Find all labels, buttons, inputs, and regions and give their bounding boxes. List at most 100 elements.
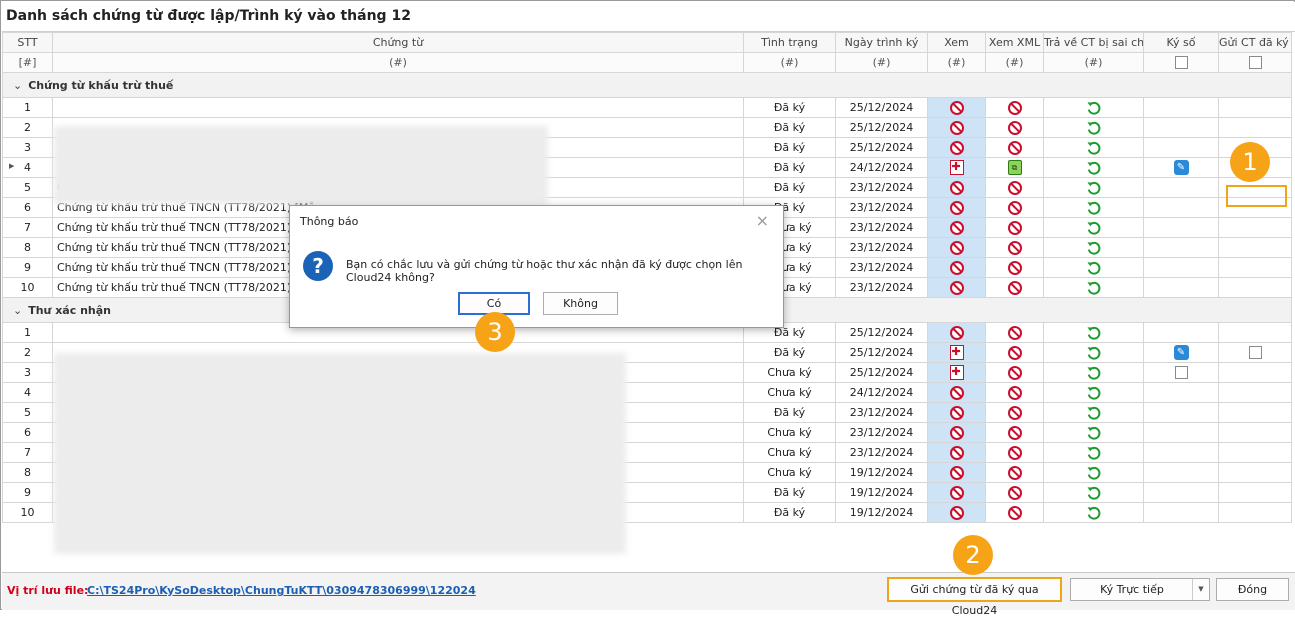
row-return[interactable] [1043, 322, 1144, 343]
row-sign[interactable]: ✎ [1143, 342, 1219, 363]
undo-icon[interactable] [1086, 345, 1102, 361]
table-row[interactable]: 1 Đã ký 25/12/2024 [2, 97, 1292, 118]
row-return[interactable] [1043, 117, 1144, 138]
filter-view-xml[interactable]: (#) [985, 52, 1044, 73]
row-sign[interactable] [1143, 422, 1219, 443]
select-all-sign-checkbox[interactable] [1174, 56, 1188, 70]
row-view-xml[interactable] [985, 382, 1044, 403]
row-view-xml[interactable] [985, 97, 1044, 118]
row-view[interactable] [927, 342, 986, 363]
row-view[interactable] [927, 322, 986, 343]
row-return[interactable] [1043, 342, 1144, 363]
row-view[interactable] [927, 197, 986, 218]
filter-view[interactable]: (#) [927, 52, 986, 73]
row-view-xml[interactable] [985, 502, 1044, 523]
row-view-xml[interactable] [985, 342, 1044, 363]
row-view[interactable] [927, 217, 986, 238]
row-view-xml[interactable] [985, 462, 1044, 483]
filter-status[interactable]: (#) [743, 52, 836, 73]
row-sign[interactable] [1143, 117, 1219, 138]
col-header-sign[interactable]: Ký số [1143, 32, 1219, 53]
row-return[interactable] [1043, 277, 1144, 298]
row-send[interactable] [1218, 362, 1292, 383]
row-view[interactable] [927, 382, 986, 403]
row-return[interactable] [1043, 442, 1144, 463]
row-sign[interactable] [1143, 462, 1219, 483]
row-sign[interactable] [1143, 502, 1219, 523]
chevron-down-icon[interactable]: ⌄ [13, 79, 22, 92]
pdf-icon[interactable] [949, 345, 964, 360]
row-send[interactable] [1218, 402, 1292, 423]
row-send[interactable] [1218, 117, 1292, 138]
sign-icon[interactable]: ✎ [1173, 160, 1189, 175]
row-sign[interactable] [1143, 277, 1219, 298]
row-sign[interactable] [1143, 362, 1219, 383]
row-view-xml[interactable] [985, 402, 1044, 423]
row-return[interactable] [1043, 137, 1144, 158]
filter-send-all[interactable] [1218, 52, 1292, 73]
undo-icon[interactable] [1086, 100, 1102, 116]
row-return[interactable] [1043, 402, 1144, 423]
row-view[interactable] [927, 482, 986, 503]
row-sign[interactable] [1143, 382, 1219, 403]
select-all-send-checkbox[interactable] [1248, 56, 1262, 70]
row-view[interactable] [927, 402, 986, 423]
sign-icon[interactable]: ✎ [1173, 345, 1189, 360]
row-view-xml[interactable] [985, 362, 1044, 383]
chevron-down-icon[interactable]: ⌄ [13, 304, 22, 317]
undo-icon[interactable] [1086, 160, 1102, 176]
row-return[interactable] [1043, 482, 1144, 503]
row-view-xml[interactable] [985, 237, 1044, 258]
undo-icon[interactable] [1086, 180, 1102, 196]
row-view-xml[interactable]: ⧉ [985, 157, 1044, 178]
filter-date[interactable]: (#) [835, 52, 928, 73]
undo-icon[interactable] [1086, 200, 1102, 216]
undo-icon[interactable] [1086, 445, 1102, 461]
row-send[interactable] [1218, 97, 1292, 118]
undo-icon[interactable] [1086, 220, 1102, 236]
row-sign[interactable] [1143, 177, 1219, 198]
row-view[interactable] [927, 157, 986, 178]
filter-doc[interactable]: (#) [52, 52, 744, 73]
send-checkbox[interactable] [1248, 346, 1262, 360]
row-sign[interactable] [1143, 402, 1219, 423]
row-return[interactable] [1043, 422, 1144, 443]
row-view-xml[interactable] [985, 422, 1044, 443]
undo-icon[interactable] [1086, 260, 1102, 276]
row-view-xml[interactable] [985, 117, 1044, 138]
col-header-stt[interactable]: STT [2, 32, 53, 53]
row-view-xml[interactable] [985, 177, 1044, 198]
group-header[interactable]: ⌄ Chứng từ khấu trừ thuế [2, 72, 1292, 98]
row-return[interactable] [1043, 362, 1144, 383]
undo-icon[interactable] [1086, 325, 1102, 341]
row-return[interactable] [1043, 177, 1144, 198]
undo-icon[interactable] [1086, 140, 1102, 156]
pdf-icon[interactable] [949, 160, 964, 175]
undo-icon[interactable] [1086, 385, 1102, 401]
pdf-icon[interactable] [949, 365, 964, 380]
row-view-xml[interactable] [985, 277, 1044, 298]
row-send[interactable] [1218, 342, 1292, 363]
row-view[interactable] [927, 277, 986, 298]
row-send[interactable] [1218, 382, 1292, 403]
row-view[interactable] [927, 442, 986, 463]
row-return[interactable] [1043, 157, 1144, 178]
row-send[interactable] [1218, 462, 1292, 483]
col-header-view[interactable]: Xem [927, 32, 986, 53]
dialog-no-button[interactable]: Không [543, 292, 618, 315]
row-sign[interactable] [1143, 482, 1219, 503]
row-view[interactable] [927, 117, 986, 138]
xml-icon[interactable]: ⧉ [1007, 160, 1022, 175]
sign-checkbox[interactable] [1174, 366, 1188, 380]
undo-icon[interactable] [1086, 485, 1102, 501]
row-return[interactable] [1043, 217, 1144, 238]
row-send[interactable] [1218, 442, 1292, 463]
filter-return[interactable]: (#) [1043, 52, 1144, 73]
row-view[interactable] [927, 462, 986, 483]
row-view-xml[interactable] [985, 197, 1044, 218]
row-sign[interactable] [1143, 442, 1219, 463]
row-view-xml[interactable] [985, 322, 1044, 343]
undo-icon[interactable] [1086, 240, 1102, 256]
row-view[interactable] [927, 137, 986, 158]
close-button[interactable]: Đóng [1216, 578, 1289, 601]
